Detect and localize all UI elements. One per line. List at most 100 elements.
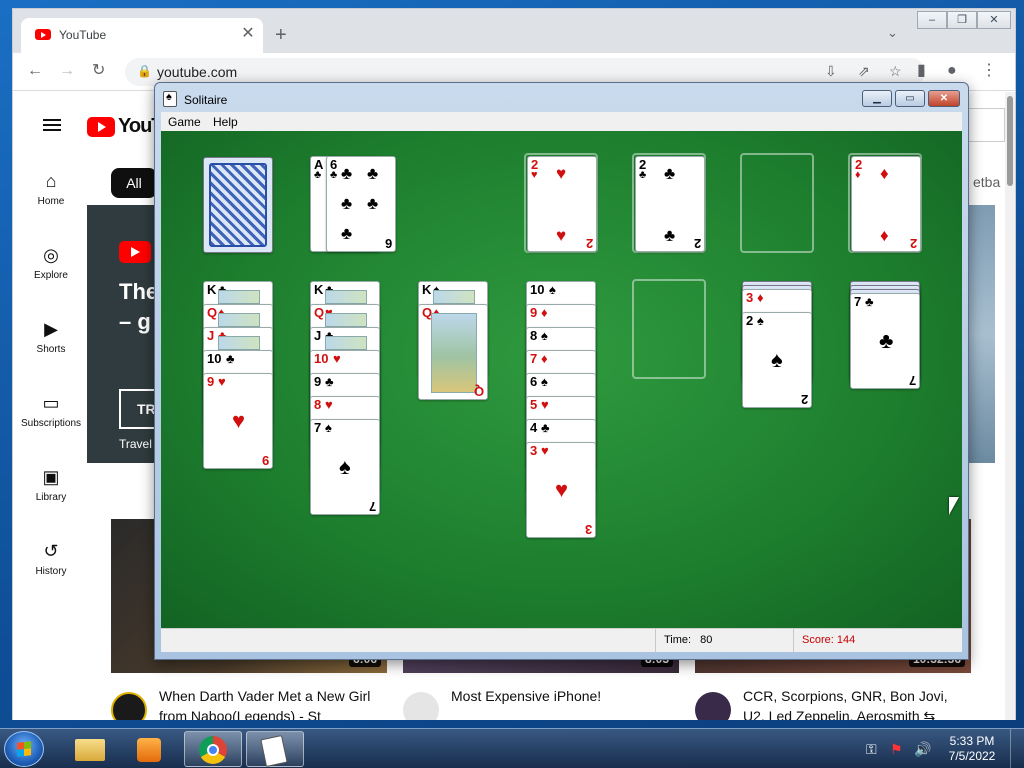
card-pip: ♣ bbox=[367, 164, 379, 183]
foundation-card[interactable]: 2 ♣ ♣ ♣ 2 bbox=[635, 156, 705, 252]
channel-avatar[interactable] bbox=[111, 692, 147, 720]
foundation-slot[interactable]: 2 ♦ ♦ ♦ 2 bbox=[848, 153, 922, 253]
search-button[interactable] bbox=[965, 108, 1005, 142]
card-pip: ♦ bbox=[880, 164, 889, 183]
tableau-card[interactable]: 9 ♥ ♥ 9 bbox=[203, 373, 273, 469]
foundation-slot[interactable]: 2 ♥ ♥ ♥ 2 bbox=[524, 153, 598, 253]
channel-avatar[interactable] bbox=[403, 692, 439, 720]
action-center-flag-icon[interactable]: ⚑ bbox=[890, 741, 903, 758]
library-icon: ▣ bbox=[42, 467, 60, 487]
card-suit: ♠ bbox=[541, 328, 548, 343]
nav-shorts[interactable]: ▶ Shorts bbox=[13, 316, 89, 355]
video-title[interactable]: When Darth Vader Met a New Girl from Nab… bbox=[159, 686, 389, 720]
nav-library-label: Library bbox=[35, 492, 67, 503]
tableau-card[interactable]: Q♦Q bbox=[418, 304, 488, 400]
tab-search-chevron-icon[interactable]: ⌄ bbox=[887, 25, 898, 41]
chip-partial[interactable]: etba bbox=[973, 174, 1000, 190]
tableau-card[interactable]: 7 ♣ ♣ 7 bbox=[850, 293, 920, 389]
nav-history-label: History bbox=[35, 566, 67, 577]
reload-icon[interactable]: ↻ bbox=[92, 62, 105, 80]
tab-strip: YouTube ✕ + ⌄ ‒ ❐ ✕ bbox=[13, 9, 1015, 53]
folder-icon bbox=[75, 739, 105, 761]
scrollbar-thumb[interactable] bbox=[1007, 96, 1013, 186]
card-rank-bottom: 7 bbox=[908, 373, 916, 388]
card-rank: 8 bbox=[530, 328, 538, 343]
tableau-card[interactable]: 7 ♠ ♠ 7 bbox=[310, 419, 380, 515]
profile-avatar-icon[interactable]: ● bbox=[947, 62, 957, 80]
chip-all[interactable]: All bbox=[111, 168, 157, 198]
channel-avatar[interactable] bbox=[695, 692, 731, 720]
tab-close-icon[interactable]: ✕ bbox=[239, 25, 257, 43]
page-scrollbar[interactable] bbox=[1005, 92, 1015, 720]
card-rank: K bbox=[314, 282, 324, 297]
card-suit: ♠ bbox=[757, 313, 764, 328]
show-desktop-button[interactable] bbox=[1010, 729, 1024, 768]
video-title[interactable]: Most Expensive iPhone! bbox=[451, 686, 681, 706]
nav-subscriptions[interactable]: ▭ Subscriptions bbox=[13, 390, 89, 429]
score-value: 144 bbox=[836, 634, 856, 646]
solitaire-minimize-button[interactable]: ▁ bbox=[862, 90, 892, 107]
score-label: Score: bbox=[802, 634, 834, 646]
menu-help[interactable]: Help bbox=[213, 115, 238, 129]
stock-pile[interactable] bbox=[203, 157, 273, 253]
minimize-button[interactable]: ‒ bbox=[917, 11, 947, 29]
nav-library[interactable]: ▣ Library bbox=[13, 464, 89, 503]
side-panel-icon[interactable]: ▮ bbox=[917, 62, 926, 80]
card-suit: ♦ bbox=[541, 351, 548, 366]
taskbar-chrome[interactable] bbox=[184, 731, 242, 767]
network-icon[interactable]: ⚿ bbox=[866, 741, 877, 758]
foundation-slot[interactable]: 2 ♣ ♣ ♣ 2 bbox=[632, 153, 706, 253]
card-suit: ♥ bbox=[325, 397, 333, 412]
start-button[interactable] bbox=[4, 731, 44, 767]
bookmark-star-icon[interactable]: ☆ bbox=[889, 63, 902, 80]
tab-youtube[interactable]: YouTube ✕ bbox=[21, 18, 263, 53]
tableau-card[interactable]: 2 ♠ ♠ 2 bbox=[742, 312, 812, 408]
close-button[interactable]: ✕ bbox=[977, 11, 1011, 29]
status-score: Score: 144 bbox=[793, 629, 962, 653]
card-suit: ♣ bbox=[325, 374, 334, 389]
taskbar-media-player[interactable] bbox=[120, 731, 178, 767]
card-rank: K bbox=[207, 282, 217, 297]
hamburger-menu-icon[interactable] bbox=[43, 119, 61, 131]
foundation-card[interactable]: 2 ♥ ♥ ♥ 2 bbox=[527, 156, 597, 252]
shorts-icon: ▶ bbox=[44, 319, 58, 339]
taskbar-clock[interactable]: 5:33 PM 7/5/2022 bbox=[940, 734, 1004, 764]
youtube-logo-icon[interactable] bbox=[87, 117, 115, 137]
video-title[interactable]: CCR, Scorpions, GNR, Bon Jovi, U2, Led Z… bbox=[743, 686, 973, 720]
solitaire-close-button[interactable]: ✕ bbox=[928, 90, 960, 107]
card-rank: 7 bbox=[854, 294, 862, 309]
foundation-card[interactable]: 2 ♦ ♦ ♦ 2 bbox=[851, 156, 921, 252]
card-pip: ♣ bbox=[341, 224, 353, 243]
banner-cta-button[interactable]: TR bbox=[119, 389, 159, 429]
taskbar-explorer[interactable] bbox=[60, 731, 118, 767]
card-rank: 9 bbox=[314, 374, 322, 389]
forward-arrow-icon[interactable]: → bbox=[59, 62, 75, 80]
card-rank: J bbox=[207, 328, 215, 343]
waste-card-top[interactable]: 6 ♣ ♣ ♣ ♣ ♣ ♣ 6 bbox=[326, 156, 396, 252]
menu-game[interactable]: Game bbox=[168, 115, 201, 129]
new-tab-button[interactable]: + bbox=[275, 25, 287, 45]
nav-explore-label: Explore bbox=[34, 270, 68, 281]
menu-kebab-icon[interactable]: ⋮ bbox=[981, 62, 997, 80]
banner-subtitle: Travel bbox=[119, 437, 152, 451]
card-pip: ♣ bbox=[664, 164, 676, 183]
back-arrow-icon[interactable]: ← bbox=[27, 62, 43, 80]
tableau-card[interactable]: 3 ♥ ♥ 3 bbox=[526, 442, 596, 538]
foundation-slot-empty[interactable] bbox=[740, 153, 814, 253]
volume-icon[interactable]: 🔊 bbox=[914, 741, 931, 758]
share-icon[interactable]: ⇗ bbox=[858, 63, 870, 80]
maximize-button[interactable]: ❐ bbox=[947, 11, 977, 29]
solitaire-maximize-button[interactable]: ▭ bbox=[895, 90, 925, 107]
nav-shorts-label: Shorts bbox=[36, 344, 66, 355]
nav-history[interactable]: ↺ History bbox=[13, 538, 89, 577]
nav-explore[interactable]: ◎ Explore bbox=[13, 242, 89, 281]
card-pip: ♣ bbox=[341, 194, 353, 213]
install-icon[interactable]: ⇩ bbox=[825, 63, 837, 80]
lock-icon: 🔒 bbox=[137, 64, 152, 78]
tableau-empty-slot[interactable] bbox=[632, 279, 706, 379]
nav-home[interactable]: ⌂ Home bbox=[13, 168, 89, 207]
card-pip: ♣ bbox=[879, 328, 894, 353]
card-suit: ♥ bbox=[531, 169, 538, 181]
taskbar-solitaire[interactable] bbox=[246, 731, 304, 767]
history-icon: ↺ bbox=[43, 541, 59, 561]
